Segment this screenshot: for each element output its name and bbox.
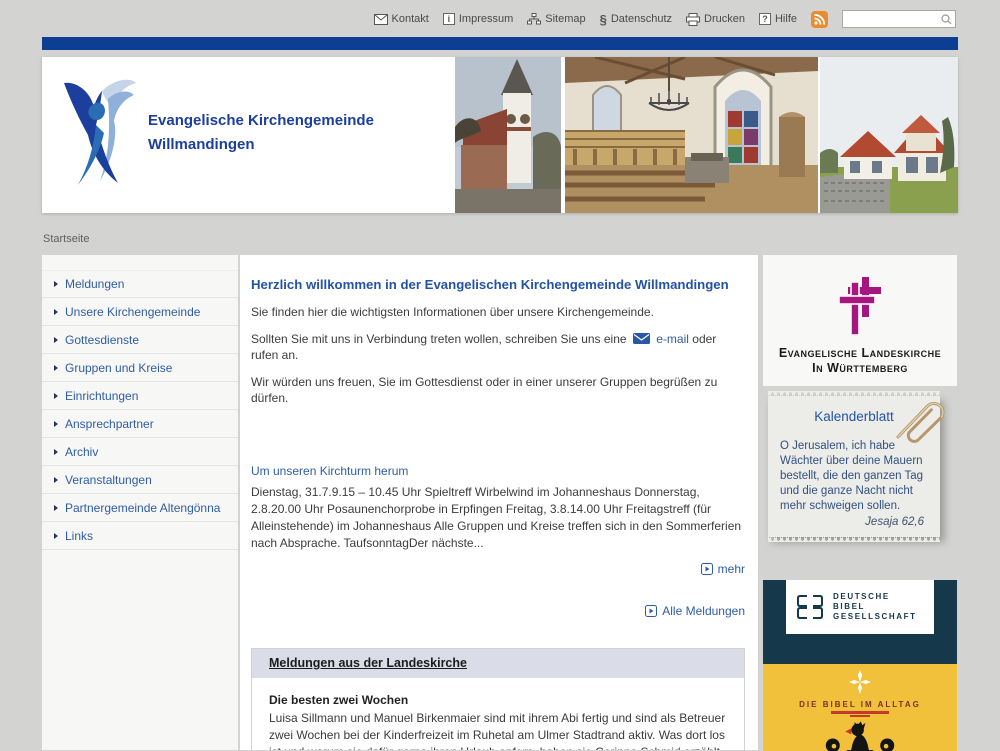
utility-bar: Kontakt i Impressum Sitemap § Datenschut… <box>374 8 956 30</box>
bullet-arrow-icon <box>54 421 58 427</box>
bullet-arrow-icon <box>54 449 58 455</box>
email-link[interactable]: e-mail <box>656 332 689 346</box>
kalenderblatt-box: Kalenderblatt O Jerusalem, ich habe Wäch… <box>768 396 940 537</box>
landeskirche-cross-icon <box>837 277 883 335</box>
site-header: Evangelische Kirchengemeinde Willmanding… <box>42 57 958 213</box>
bibelgesellschaft-logo-area: DEUTSCHE BIBEL GESELLSCHAFT <box>763 580 957 664</box>
campaign-tagline: DIE BIBEL IM ALLTAG <box>763 700 957 709</box>
site-title: Evangelische Kirchengemeinde Willmanding… <box>148 109 374 157</box>
article-title: Die besten zwei Wochen <box>269 692 727 708</box>
news-more-link[interactable]: mehr <box>701 561 745 577</box>
landeskirche-banner-text: Evangelische Landeskirche In Württemberg <box>763 346 957 376</box>
news-article-link[interactable]: Um unseren Kirchturm herum <box>251 463 408 479</box>
article-teaser: Luisa Sillmann und Manuel Birkenmaier si… <box>269 710 727 750</box>
rss-button[interactable] <box>811 11 828 28</box>
bibelgesellschaft-campaign-area: DIE BIBEL IM ALLTAG <box>763 664 957 751</box>
bibelgesellschaft-logo-text: DEUTSCHE BIBEL GESELLSCHAFT <box>833 592 917 622</box>
breadcrumb: Startseite <box>43 233 89 245</box>
sidebar-menu: Meldungen Unsere Kirchengemeinde Gottesd… <box>42 255 238 750</box>
help-link[interactable]: ? Hilfe <box>759 13 797 25</box>
sidebar-item-partnergemeinde[interactable]: Partnergemeinde Altengönna <box>42 494 238 522</box>
email-icon <box>633 333 650 344</box>
search-box <box>842 10 956 28</box>
search-input[interactable] <box>846 12 938 26</box>
bullet-arrow-icon <box>54 365 58 371</box>
sidebar-item-meldungen[interactable]: Meldungen <box>42 270 238 298</box>
sidebar-item-gruppen-und-kreise[interactable]: Gruppen und Kreise <box>42 354 238 382</box>
bibelgesellschaft-banner[interactable]: DEUTSCHE BIBEL GESELLSCHAFT DIE BIBEL IM… <box>763 565 957 751</box>
sitemap-link[interactable]: Sitemap <box>527 13 585 25</box>
sidebar-item-ansprechpartner[interactable]: Ansprechpartner <box>42 410 238 438</box>
bullet-arrow-icon <box>54 337 58 343</box>
accent-bar <box>42 37 958 50</box>
kalenderblatt-verse: O Jerusalem, ich habe Wächter über deine… <box>780 439 928 514</box>
bullet-arrow-icon <box>54 477 58 483</box>
printer-icon <box>686 13 700 26</box>
sitemap-icon <box>527 13 541 25</box>
campaign-rule-small <box>850 715 870 717</box>
paragraph-icon: § <box>600 12 607 27</box>
church-logo[interactable] <box>56 73 144 195</box>
page-title: Herzlich willkommen in der Evangelischen… <box>251 277 745 293</box>
welcome-paragraph-3: Wir würden uns freuen, Sie im Gottesdien… <box>251 374 745 406</box>
module-header: Meldungen aus der Landeskirche <box>252 649 744 678</box>
question-icon: ? <box>759 13 771 25</box>
rss-icon <box>814 14 825 25</box>
search-icon <box>941 14 952 25</box>
bullet-arrow-icon <box>54 393 58 399</box>
bullet-arrow-icon <box>54 533 58 539</box>
datenschutz-link[interactable]: § Datenschutz <box>600 12 672 27</box>
bullet-arrow-icon <box>54 281 58 287</box>
eagle-icon <box>805 719 915 751</box>
news-article-teaser: Dienstag, 31.7.9.15 – 10.45 Uhr Spieltre… <box>251 484 745 552</box>
bullet-arrow-icon <box>54 309 58 315</box>
kalenderblatt-source: Jesaja 62,6 <box>784 516 924 528</box>
campaign-rule <box>831 711 889 714</box>
welcome-paragraph-1: Sie finden hier die wichtigsten Informat… <box>251 304 745 320</box>
sidebar-item-veranstaltungen[interactable]: Veranstaltungen <box>42 466 238 494</box>
module-article: Die besten zwei Wochen Luisa Sillmann un… <box>252 678 744 750</box>
page: { "topbar": { "links": [ {"label": "Kont… <box>0 0 1000 750</box>
main-content: Herzlich willkommen in der Evangelischen… <box>240 255 758 750</box>
impressum-link[interactable]: i Impressum <box>443 13 513 25</box>
play-icon <box>701 563 713 575</box>
sidebar-item-gottesdienste[interactable]: Gottesdienste <box>42 326 238 354</box>
landeskirche-module: Meldungen aus der Landeskirche Die beste… <box>251 648 745 750</box>
photo-parish-house <box>818 57 958 213</box>
sidebar-item-unsere-kirchengemeinde[interactable]: Unsere Kirchengemeinde <box>42 298 238 326</box>
welcome-paragraph-2: Sollten Sie mit uns in Verbindung treten… <box>251 331 745 363</box>
photo-church-interior <box>563 57 818 213</box>
info-icon: i <box>443 13 455 25</box>
landeskirche-banner[interactable]: Evangelische Landeskirche In Württemberg <box>763 255 957 386</box>
photo-church-exterior <box>455 57 561 213</box>
play-icon <box>645 605 657 617</box>
bullet-arrow-icon <box>54 505 58 511</box>
ornament-cross-icon <box>849 670 871 694</box>
bibelgesellschaft-book-icon <box>795 593 825 621</box>
sidebar-item-archiv[interactable]: Archiv <box>42 438 238 466</box>
envelope-icon <box>374 14 388 25</box>
print-link[interactable]: Drucken <box>686 13 745 26</box>
contact-link[interactable]: Kontakt <box>374 13 429 25</box>
all-news-link[interactable]: Alle Meldungen <box>645 603 745 619</box>
sidebar-item-einrichtungen[interactable]: Einrichtungen <box>42 382 238 410</box>
sidebar-item-links[interactable]: Links <box>42 522 238 550</box>
